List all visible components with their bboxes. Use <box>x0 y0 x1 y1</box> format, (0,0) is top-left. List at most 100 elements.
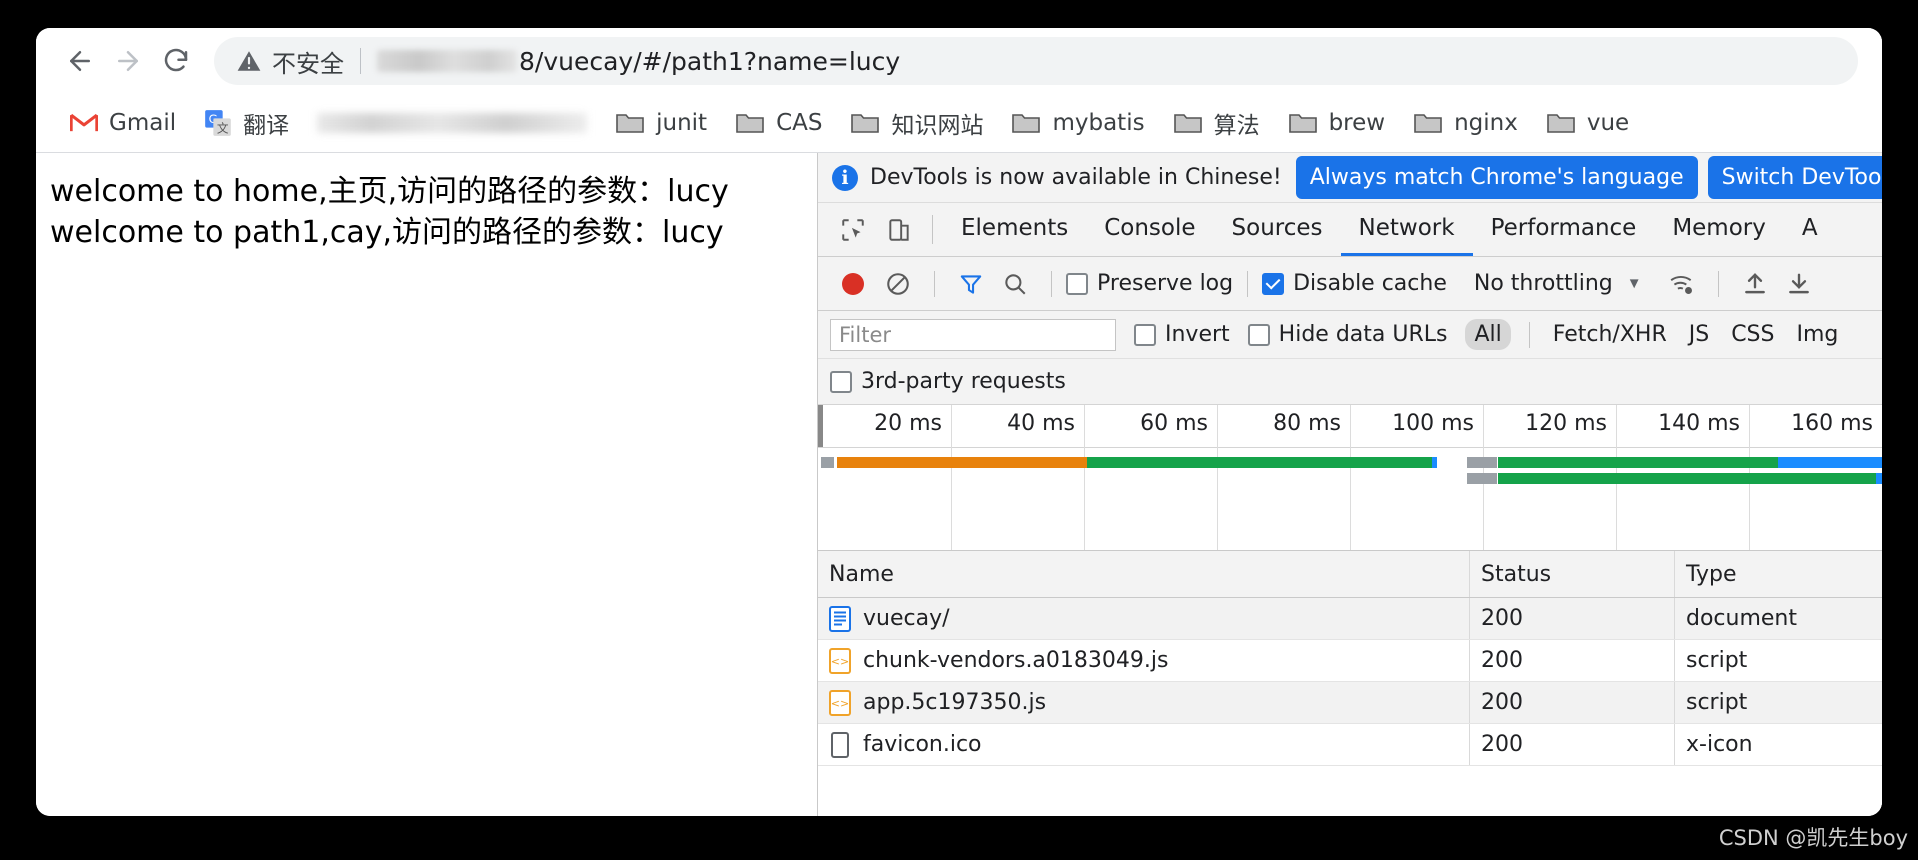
tab-performance[interactable]: Performance <box>1473 203 1655 256</box>
request-type: script <box>1686 690 1748 715</box>
always-match-language-button[interactable]: Always match Chrome's language <box>1295 156 1698 199</box>
record-button-icon[interactable] <box>842 272 864 295</box>
bookmark-nginx[interactable]: nginx <box>1399 102 1532 144</box>
request-name: app.5c197350.js <box>863 690 1047 715</box>
table-row[interactable]: vuecay/ 200 document <box>818 598 1882 640</box>
request-type: x-icon <box>1686 732 1753 757</box>
bookmark-translate[interactable]: G文 翻译 <box>190 102 303 144</box>
network-overview[interactable]: 20 ms 40 ms 60 ms 80 ms 100 ms 120 ms 140 ms 16… <box>818 405 1882 551</box>
disable-cache-label: Disable cache <box>1293 271 1447 296</box>
filter-type-js[interactable]: JS <box>1680 319 1718 350</box>
browser-toolbar: 不安全 8/vuecay/#/path1?name=lucy <box>36 28 1882 94</box>
gmail-icon <box>70 112 98 134</box>
table-row[interactable]: <> chunk-vendors.a0183049.js 200 script <box>818 640 1882 682</box>
preserve-log-checkbox[interactable]: Preserve log <box>1066 271 1233 296</box>
overview-tick-line <box>951 405 952 550</box>
bookmark-cas[interactable]: CAS <box>721 102 836 144</box>
url-display[interactable]: 8/vuecay/#/path1?name=lucy <box>377 47 900 76</box>
bookmark-junit[interactable]: junit <box>601 102 721 144</box>
watermark: CSDN @凯先生boy <box>1718 826 1908 850</box>
third-party-requests-row: 3rd-party requests <box>818 359 1882 405</box>
device-toolbar-icon[interactable] <box>876 203 922 256</box>
script-icon: <> <box>829 647 851 674</box>
folder-icon <box>1546 111 1576 135</box>
back-button[interactable] <box>56 37 104 85</box>
request-status: 200 <box>1470 598 1675 639</box>
bookmark-redacted[interactable] <box>317 113 588 133</box>
screenshot-root: 不安全 8/vuecay/#/path1?name=lucy Gmail G文 <box>0 0 1918 860</box>
address-bar[interactable]: 不安全 8/vuecay/#/path1?name=lucy <box>214 37 1858 85</box>
third-party-requests-checkbox[interactable]: 3rd-party requests <box>830 369 1066 394</box>
column-header-status[interactable]: Status <box>1470 551 1675 597</box>
bookmarks-bar: Gmail G文 翻译 junit CAS 知识网站 mybatis 算法 br… <box>36 94 1882 152</box>
tab-application-truncated[interactable]: A <box>1784 203 1836 256</box>
bookmark-label: 算法 <box>1213 113 1260 139</box>
table-row[interactable]: <> app.5c197350.js 200 script <box>818 682 1882 724</box>
search-icon[interactable] <box>993 271 1037 297</box>
upload-arrow-icon[interactable] <box>1733 271 1777 297</box>
overview-request-bar <box>837 457 1088 468</box>
column-header-name[interactable]: Name <box>818 551 1470 597</box>
forward-button[interactable] <box>104 37 152 85</box>
filter-funnel-icon[interactable] <box>949 271 993 297</box>
filterbar-divider <box>1528 321 1530 348</box>
filter-type-css[interactable]: CSS <box>1722 319 1783 350</box>
request-name-cell: <> chunk-vendors.a0183049.js <box>818 640 1470 681</box>
security-status-label: 不安全 <box>272 49 344 78</box>
request-name-cell: <> app.5c197350.js <box>818 682 1470 723</box>
inspect-element-icon[interactable] <box>830 203 876 256</box>
bookmark-gmail[interactable]: Gmail <box>56 102 190 144</box>
bookmark-brew[interactable]: brew <box>1274 102 1400 144</box>
clear-icon[interactable] <box>876 271 920 297</box>
filter-type-img[interactable]: Img <box>1787 319 1847 350</box>
bookmark-vue[interactable]: vue <box>1532 102 1643 144</box>
bookmark-label: CAS <box>776 110 823 136</box>
svg-text:<>: <> <box>831 697 849 710</box>
overview-tick-label: 100 ms <box>1392 411 1474 436</box>
tab-network[interactable]: Network <box>1340 203 1473 256</box>
bookmark-label: junit <box>656 110 708 136</box>
arrow-right-icon <box>113 46 143 76</box>
bookmark-algorithms[interactable]: 算法 <box>1159 102 1274 144</box>
bookmark-mybatis[interactable]: mybatis <box>997 102 1158 144</box>
url-redacted-host <box>377 50 517 72</box>
document-icon <box>829 605 851 632</box>
request-name: vuecay/ <box>863 606 950 631</box>
hide-data-urls-checkbox[interactable]: Hide data URLs <box>1247 322 1447 347</box>
omnibox-divider <box>360 48 361 74</box>
devtools-tabbar: Elements Console Sources Network Perform… <box>818 203 1882 257</box>
disable-cache-checkbox[interactable]: Disable cache <box>1262 271 1447 296</box>
checkbox-box <box>1066 272 1088 295</box>
tab-elements[interactable]: Elements <box>943 203 1086 256</box>
filter-type-all[interactable]: All <box>1465 319 1511 350</box>
download-arrow-icon[interactable] <box>1777 271 1821 297</box>
tab-console[interactable]: Console <box>1086 203 1213 256</box>
switch-devtools-button[interactable]: Switch DevTools <box>1707 156 1882 199</box>
bookmark-label: brew <box>1328 110 1386 136</box>
filter-input[interactable]: Filter <box>830 318 1116 351</box>
wifi-gear-icon[interactable] <box>1660 271 1704 297</box>
bookmark-label: vue <box>1586 110 1630 136</box>
table-row[interactable]: favicon.ico 200 x-icon <box>818 724 1882 766</box>
request-name: chunk-vendors.a0183049.js <box>863 648 1169 673</box>
reload-icon <box>161 46 191 76</box>
invert-checkbox[interactable]: Invert <box>1134 322 1230 347</box>
checkbox-box <box>1262 272 1285 295</box>
column-header-type[interactable]: Type <box>1675 551 1882 597</box>
bookmark-knowledge-sites[interactable]: 知识网站 <box>836 102 997 144</box>
overview-tick-line <box>1084 405 1085 550</box>
warning-triangle-icon <box>236 48 262 74</box>
info-icon: i <box>832 164 858 191</box>
folder-icon <box>1413 111 1443 135</box>
reload-button[interactable] <box>152 37 200 85</box>
overview-tick-label: 160 ms <box>1791 411 1873 436</box>
filter-type-fetch-xhr[interactable]: Fetch/XHR <box>1544 319 1676 350</box>
generic-file-icon <box>829 731 851 758</box>
throttling-dropdown[interactable]: No throttling ▼ <box>1465 271 1642 296</box>
tab-sources[interactable]: Sources <box>1214 203 1341 256</box>
overview-tick-label: 20 ms <box>874 411 942 436</box>
overview-tick-line <box>1217 405 1218 550</box>
checkbox-box <box>830 370 852 393</box>
overview-left-handle[interactable] <box>818 405 823 447</box>
tab-memory[interactable]: Memory <box>1654 203 1784 256</box>
